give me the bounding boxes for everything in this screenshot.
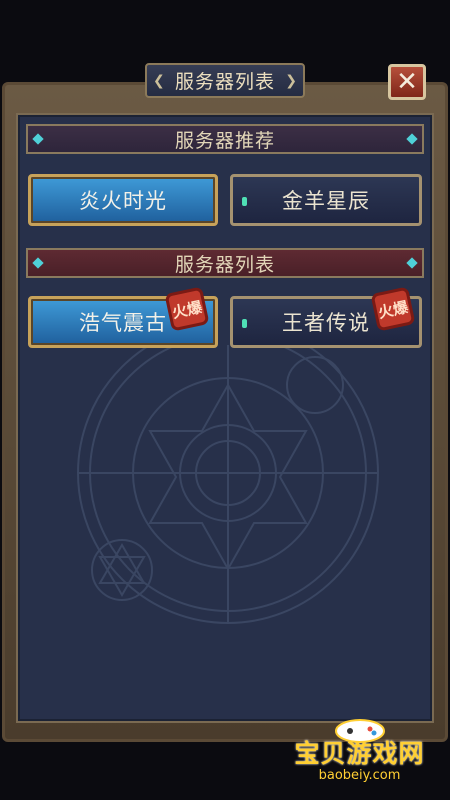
server-button-recommended-1[interactable]: 炎火时光 <box>28 174 218 226</box>
gamepad-logo-icon <box>335 719 385 743</box>
gem-icon <box>32 257 44 269</box>
right-ornament-icon: ❯ <box>285 73 297 89</box>
server-name: 炎火时光 <box>79 189 167 213</box>
close-icon: ✕ <box>396 67 418 97</box>
watermark-url: baobeiy.com <box>318 768 401 783</box>
gem-icon <box>406 133 418 145</box>
server-name: 金羊星辰 <box>282 189 370 213</box>
dialog-title-banner: ❮ 服务器列表 ❯ <box>145 63 305 98</box>
gem-icon <box>32 133 44 145</box>
status-dot-icon <box>242 319 247 328</box>
magic-circle-decoration <box>77 345 379 624</box>
gem-icon <box>406 257 418 269</box>
recommended-header-label: 服务器推荐 <box>174 129 275 152</box>
recommended-section-header: 服务器推荐 <box>26 124 424 154</box>
status-dot-icon <box>242 197 247 206</box>
server-name: 王者传说 <box>282 311 370 335</box>
server-list-header-label: 服务器列表 <box>174 253 275 276</box>
close-button[interactable]: ✕ <box>388 64 426 100</box>
left-ornament-icon: ❮ <box>153 73 165 89</box>
site-watermark: 宝贝游戏网 baobeiy.com <box>272 719 447 798</box>
server-list-section-header: 服务器列表 <box>26 248 424 278</box>
hot-badge-label: 火爆 <box>376 297 410 322</box>
dialog-title: 服务器列表 <box>174 71 275 93</box>
hot-badge: 火爆 <box>164 286 210 332</box>
server-name: 浩气震古 <box>79 311 167 335</box>
hot-badge: 火爆 <box>370 286 416 332</box>
server-button-recommended-2[interactable]: 金羊星辰 <box>230 174 422 226</box>
hot-badge-label: 火爆 <box>170 297 204 322</box>
